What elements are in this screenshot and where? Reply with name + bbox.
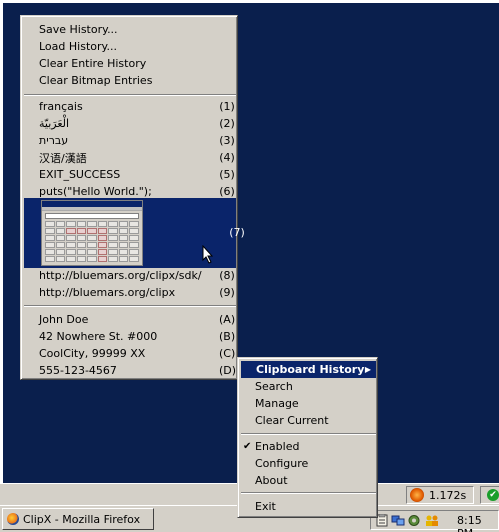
clipboard-history-menu: Save History... Load History... Clear En… xyxy=(20,15,245,380)
contact-entry[interactable]: 555-123-4567 (D) xyxy=(39,362,236,379)
check-icon: ✔ xyxy=(487,489,499,501)
search-menu-item[interactable]: Search xyxy=(255,378,375,395)
contact-entry[interactable]: 42 Nowhere St. #000 (B) xyxy=(39,328,235,345)
history-entry[interactable]: 汉语/漢語 (4) xyxy=(39,149,235,166)
clear-entire-history-item[interactable]: Clear Entire History xyxy=(39,55,235,72)
checkmark-icon: ✔ xyxy=(243,441,252,452)
clipboard-history-submenu-item[interactable]: Clipboard History ▶ xyxy=(241,361,376,378)
tiger-icon xyxy=(410,488,424,502)
save-history-item[interactable]: Save History... xyxy=(39,21,235,38)
menu-separator xyxy=(241,433,376,435)
bitmap-entry-key: (7) xyxy=(229,226,245,239)
load-history-item[interactable]: Load History... xyxy=(39,38,235,55)
task-button-label: ClipX - Mozilla Firefox xyxy=(23,512,141,526)
gear-icon[interactable] xyxy=(407,514,421,527)
clear-bitmap-entries-item[interactable]: Clear Bitmap Entries xyxy=(39,72,235,89)
timer-tray-item[interactable]: 1.172s xyxy=(406,486,474,504)
history-entry[interactable]: الْعَرَبيّة (2) xyxy=(39,115,235,132)
exit-menu-item[interactable]: Exit xyxy=(255,498,375,515)
firefox-icon xyxy=(7,513,19,525)
calculator-thumbnail xyxy=(41,200,143,266)
configure-menu-item[interactable]: Configure xyxy=(255,455,375,472)
mouse-cursor-icon xyxy=(202,245,214,264)
manage-menu-item[interactable]: Manage xyxy=(255,395,375,412)
contact-entry[interactable]: CoolCity, 99999 XX (C) xyxy=(39,345,235,362)
history-entry[interactable]: עברית (3) xyxy=(39,132,235,149)
firefox-task-button[interactable]: ClipX - Mozilla Firefox xyxy=(2,508,154,530)
contact-entry[interactable]: John Doe (A) xyxy=(39,311,235,328)
submenu-arrow-icon: ▶ xyxy=(364,365,371,374)
menu-separator xyxy=(24,94,236,96)
system-tray: 8:15 PM xyxy=(370,510,499,532)
enabled-menu-item[interactable]: ✔ Enabled xyxy=(243,438,375,455)
history-entry[interactable]: français (1) xyxy=(39,98,235,115)
clear-current-menu-item[interactable]: Clear Current xyxy=(255,412,375,429)
menu-separator xyxy=(241,492,376,494)
users-icon[interactable] xyxy=(425,514,439,527)
history-entry-url[interactable]: http://bluemars.org/clipx (9) xyxy=(39,284,235,301)
history-entry-url[interactable]: http://bluemars.org/clipx/sdk/(8) xyxy=(39,267,235,284)
history-entry[interactable]: EXIT_SUCCESS (5) xyxy=(39,166,235,183)
about-menu-item[interactable]: About xyxy=(255,472,375,489)
menu-separator xyxy=(24,305,236,307)
status-tray-item[interactable]: ✔ xyxy=(480,486,499,504)
clock[interactable]: 8:15 PM xyxy=(457,514,498,532)
clipx-tray-menu: Clipboard History ▶ Search Manage Clear … xyxy=(237,357,378,518)
network-icon[interactable] xyxy=(391,514,405,527)
timer-value: 1.172s xyxy=(429,488,467,502)
